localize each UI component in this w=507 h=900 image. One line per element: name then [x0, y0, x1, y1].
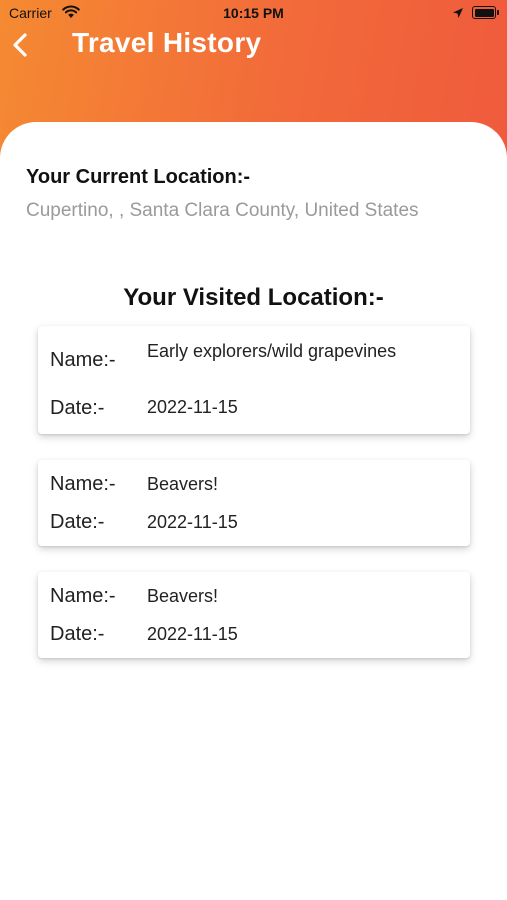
date-label: Date:-: [50, 623, 105, 645]
location-date: 2022-11-15: [147, 397, 238, 417]
visited-location-card[interactable]: Name:- Early explorers/wild grapevines D…: [38, 326, 470, 434]
visited-location-card[interactable]: Name:- Beavers! Date:- 2022-11-15: [38, 572, 470, 658]
location-date: 2022-11-15: [147, 624, 238, 644]
back-button[interactable]: [8, 30, 34, 60]
visited-location-heading: Your Visited Location:-: [123, 284, 384, 311]
visited-location-card[interactable]: Name:- Beavers! Date:- 2022-11-15: [38, 460, 470, 546]
name-label: Name:-: [50, 349, 116, 371]
name-label: Name:-: [50, 585, 116, 607]
location-name: Beavers!: [147, 474, 219, 494]
current-location-value: Cupertino, , Santa Clara County, United …: [26, 200, 419, 221]
date-label: Date:-: [50, 511, 105, 533]
location-name: Beavers!: [147, 586, 219, 606]
page-title: Travel History: [72, 27, 262, 58]
current-location-label: Your Current Location:-: [26, 166, 251, 188]
location-arrow-icon: [452, 6, 464, 22]
status-bar: Carrier 10:15 PM: [0, 0, 507, 28]
name-label: Name:-: [50, 473, 116, 495]
chevron-left-icon: [8, 33, 34, 64]
date-label: Date:-: [50, 397, 105, 419]
location-date: 2022-11-15: [147, 512, 238, 532]
status-time: 10:15 PM: [223, 5, 284, 21]
location-name: Early explorers/wild grapevines: [147, 341, 397, 361]
battery-icon: [472, 6, 499, 19]
